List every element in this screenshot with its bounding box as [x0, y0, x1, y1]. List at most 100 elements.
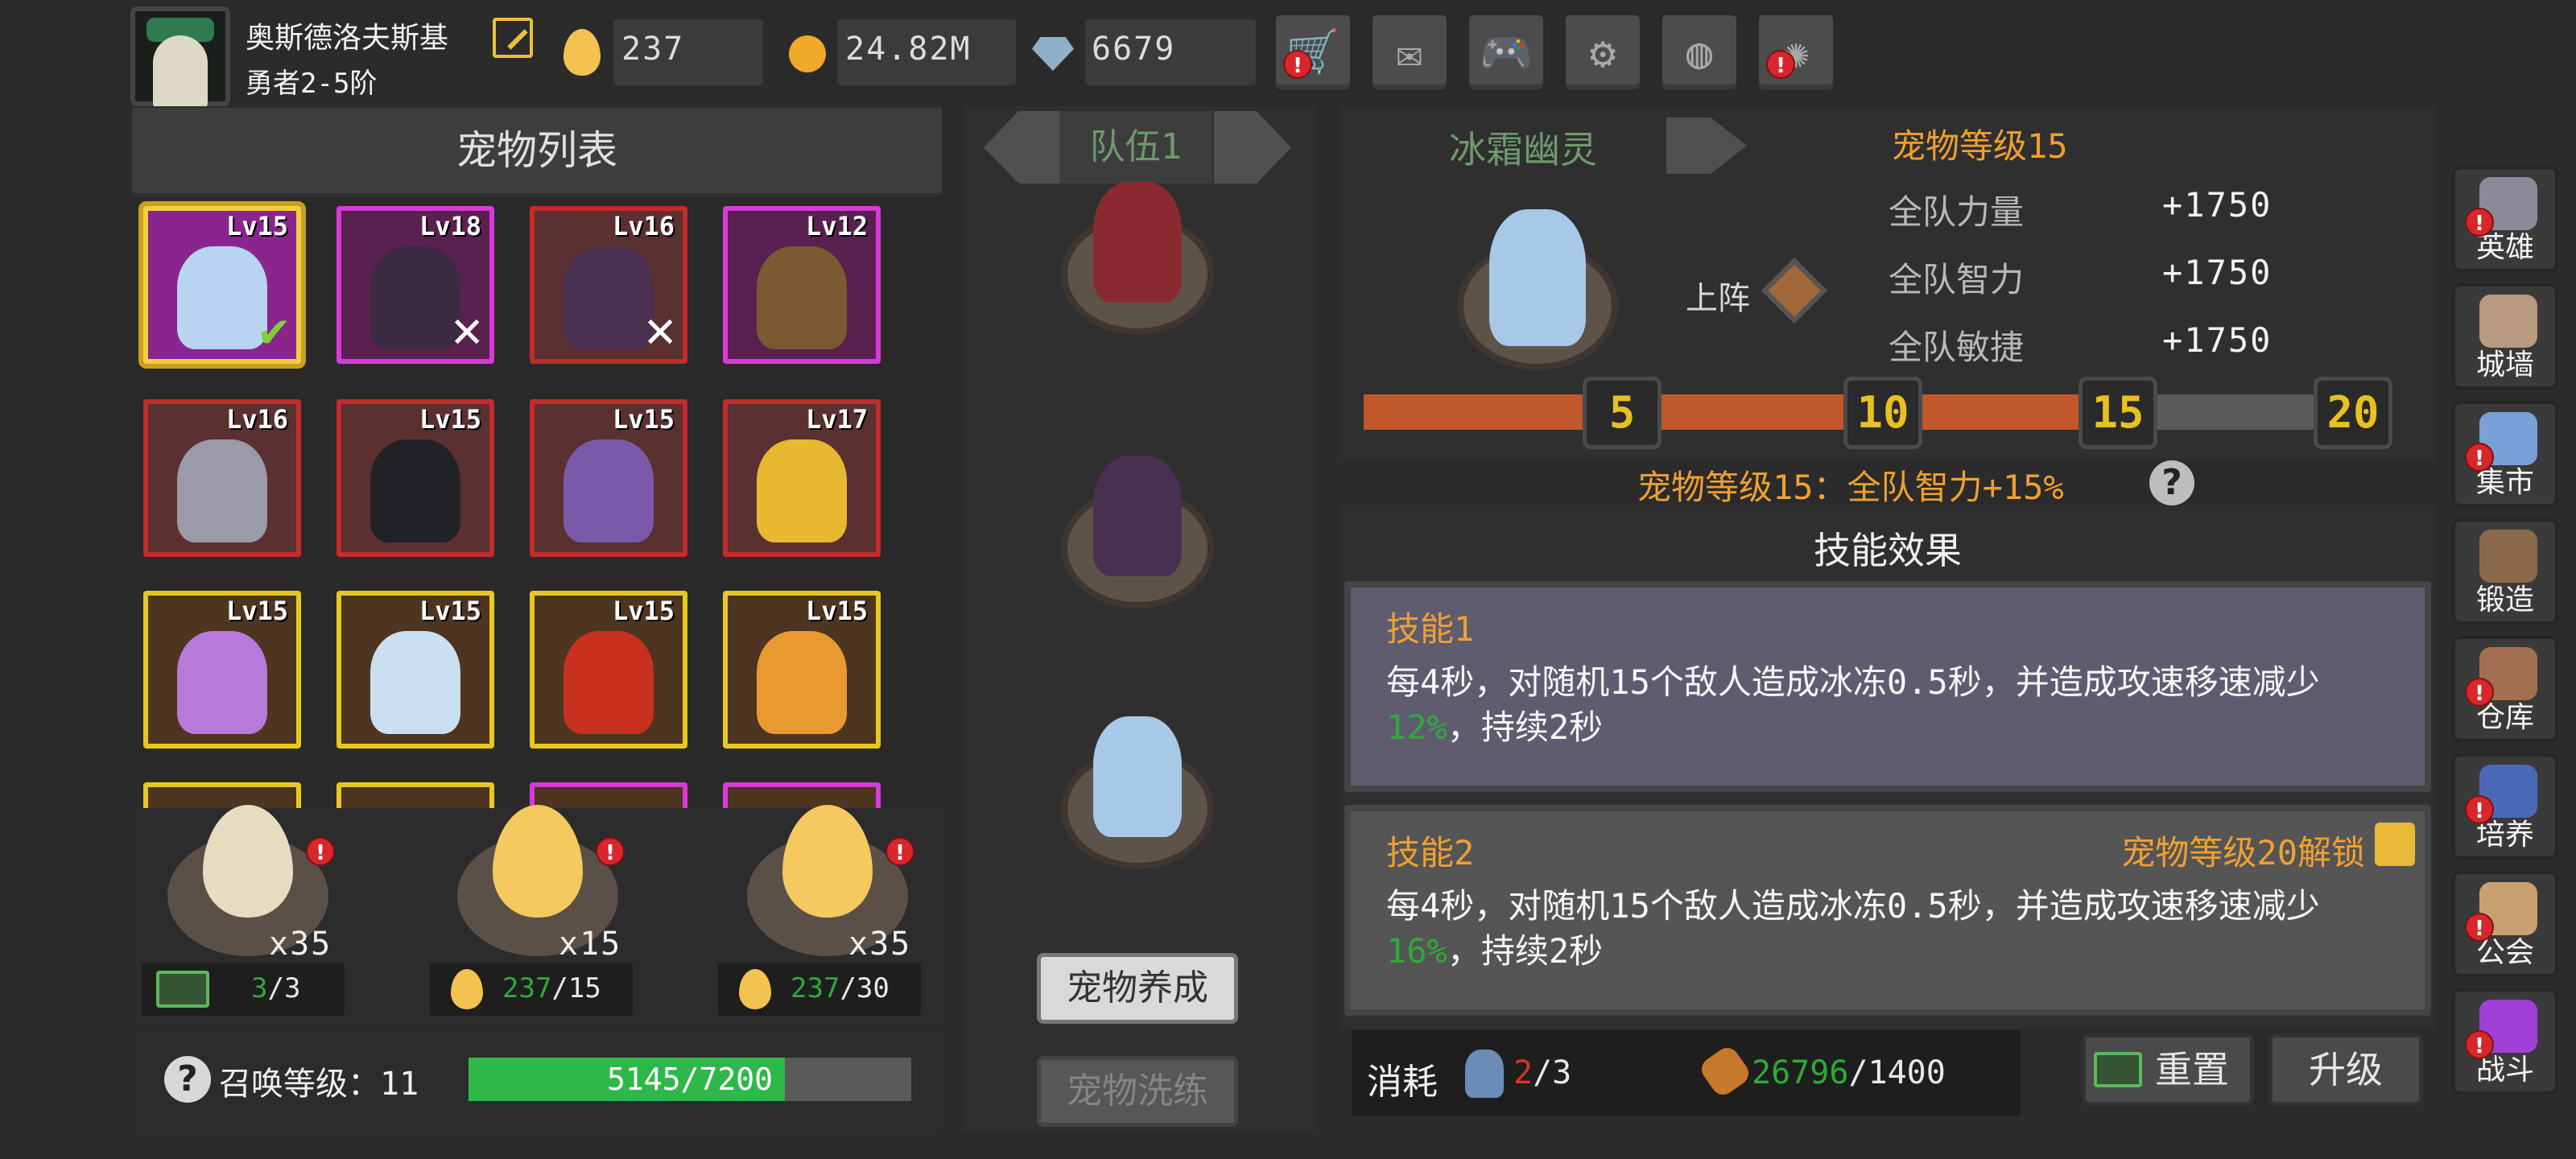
- stat-label: 全队智力: [1889, 260, 2025, 299]
- pet-card[interactable]: Lv15: [336, 591, 494, 749]
- pet-card[interactable]: Lv12: [723, 206, 881, 364]
- pet-level-label: Lv15: [805, 596, 868, 626]
- bonus-help-icon[interactable]: ?: [2149, 460, 2194, 505]
- sidebar-item[interactable]: 锻造: [2452, 518, 2558, 625]
- pet-card[interactable]: Lv15: [723, 591, 881, 749]
- pet-card[interactable]: Lv16 ✕: [530, 206, 687, 364]
- pet-card[interactable]: Lv15: [530, 399, 687, 557]
- pet-card[interactable]: Lv17: [723, 399, 881, 557]
- pet-level-label: Lv15: [225, 596, 288, 626]
- settings-button[interactable]: ⚙: [1562, 11, 1644, 93]
- pet-card[interactable]: Lv15: [143, 591, 301, 749]
- pet-sprite: [177, 439, 267, 542]
- pet-card[interactable]: Lv15: [530, 591, 687, 749]
- sidebar-alert-icon: !: [2465, 1030, 2494, 1059]
- level-milestone[interactable]: 15: [2079, 377, 2157, 449]
- sidebar-item-label: 锻造: [2475, 584, 2534, 617]
- sidebar-item[interactable]: 公会!: [2452, 871, 2558, 977]
- ad-video-icon: [156, 971, 209, 1008]
- summon-level-label: 召唤等级：11: [219, 1066, 419, 1103]
- selected-pet-portrait: [1457, 209, 1618, 370]
- pet-level-label: Lv16: [612, 211, 675, 241]
- color-wheel-icon: ◍: [1686, 27, 1713, 78]
- sidebar-item[interactable]: 仓库!: [2452, 636, 2558, 742]
- pet-level-title: 宠物等级15: [1892, 126, 2068, 166]
- pet-sprite: [177, 246, 267, 349]
- sidebar-item[interactable]: 集市!: [2452, 401, 2558, 507]
- sidebar-item[interactable]: 培养!: [2452, 753, 2558, 860]
- upgrade-button[interactable]: 升级: [2268, 1033, 2423, 1106]
- player-rank: 勇者2-5阶: [246, 68, 378, 100]
- sidebar-item[interactable]: 战斗!: [2452, 988, 2558, 1095]
- egg-count: 237: [621, 31, 685, 68]
- pet-level-label: Lv12: [805, 211, 868, 241]
- sidebar-item[interactable]: 城墙: [2452, 283, 2558, 390]
- team-slot[interactable]: [1061, 182, 1214, 335]
- edit-name-icon[interactable]: [493, 18, 533, 58]
- pet-raise-button[interactable]: 宠物养成: [1037, 953, 1238, 1024]
- reset-button[interactable]: 重置: [2082, 1033, 2254, 1106]
- team-slot[interactable]: [1061, 716, 1214, 869]
- level-milestone[interactable]: 5: [1583, 377, 1662, 449]
- stat-value: +1750: [2162, 185, 2273, 225]
- pet-card[interactable]: Lv16: [143, 399, 301, 557]
- egg-summon-cost: 237/15: [502, 972, 601, 1004]
- egg-summon-button[interactable]: 237/15: [430, 963, 633, 1016]
- pet-sprite: [564, 246, 654, 349]
- pet-card[interactable]: Lv18 ✕: [336, 206, 494, 364]
- egg-stock-count: x35: [848, 926, 912, 963]
- pet-level-label: Lv15: [419, 596, 481, 626]
- gem-icon: [1032, 37, 1074, 71]
- cross-icon: ✕: [642, 309, 678, 357]
- pet-card[interactable]: [530, 782, 687, 808]
- egg-summon-cost: 237/30: [791, 972, 890, 1004]
- cross-icon: ✕: [449, 309, 485, 357]
- egg-alert-icon: !: [306, 837, 335, 866]
- pet-card[interactable]: Lv15 ✔: [143, 206, 301, 364]
- level-milestone[interactable]: 10: [1843, 377, 1922, 449]
- gamepad-button[interactable]: 🎮: [1465, 11, 1547, 93]
- gear-icon: ⚙: [1589, 27, 1616, 78]
- egg-stock-count: x15: [559, 926, 622, 963]
- summon-progress-bar: 5145/7200: [469, 1058, 911, 1101]
- pet-refine-button[interactable]: 宠物洗练: [1037, 1056, 1238, 1127]
- skill-2-desc: 每4秒，对随机15个敌人造成冰冻0.5秒，并造成攻速移速减少16%，持续2秒: [1386, 886, 2320, 971]
- gold-coin-icon: [789, 35, 826, 72]
- gem-count: 6679: [1092, 31, 1176, 68]
- skill-2-card: 技能2 宠物等级20解锁 每4秒，对随机15个敌人造成冰冻0.5秒，并造成攻速移…: [1344, 805, 2431, 1016]
- gallery-button[interactable]: ◍: [1658, 11, 1740, 93]
- pet-card[interactable]: [143, 782, 301, 808]
- fireworks-button[interactable]: ✺: [1755, 11, 1837, 93]
- shop-button[interactable]: 🛒: [1272, 11, 1354, 93]
- sidebar-item[interactable]: 英雄!: [2452, 166, 2558, 272]
- level-track-segment: [2157, 394, 2314, 430]
- pet-card[interactable]: [723, 782, 881, 808]
- pet-level-label: Lv18: [419, 211, 481, 241]
- team-pet-sprite: [1093, 182, 1182, 303]
- gold-count: 24.82M: [845, 31, 972, 68]
- stat-label: 全队敏捷: [1889, 328, 2025, 367]
- pet-card[interactable]: Lv15: [336, 399, 494, 557]
- pet-sprite: [370, 631, 460, 734]
- deploy-label: 上阵: [1686, 280, 1750, 317]
- stat-value: +1750: [2162, 320, 2273, 360]
- skill-2-name: 技能2: [1386, 833, 1475, 872]
- fireworks-alert-icon: !: [1766, 50, 1795, 79]
- skill-section-title: 技能效果: [1814, 529, 1962, 572]
- pet-list-title: 宠物列表: [132, 108, 942, 193]
- pet-name: 冰霜幽灵: [1449, 128, 1597, 171]
- level-milestone[interactable]: 20: [2314, 377, 2392, 449]
- bone-cost: 26796/1400: [1752, 1054, 1946, 1091]
- pet-level-label: Lv15: [612, 596, 675, 626]
- pet-grid: Lv15 ✔ Lv18 ✕ Lv16 ✕ Lv12 Lv16 Lv15 Lv15 Lv17 Lv15 L…: [132, 196, 942, 808]
- pet-sprite: [564, 631, 654, 734]
- egg-summon-button[interactable]: 3/3: [142, 963, 345, 1016]
- egg-summon-button[interactable]: 237/30: [718, 963, 921, 1016]
- egg-alert-icon: !: [596, 837, 625, 866]
- player-avatar[interactable]: [130, 6, 230, 109]
- mail-button[interactable]: ✉: [1368, 11, 1451, 93]
- help-icon[interactable]: ?: [164, 1056, 211, 1103]
- stat-label: 全队力量: [1889, 192, 2025, 232]
- pet-card[interactable]: [336, 782, 494, 808]
- team-slot[interactable]: [1061, 456, 1214, 608]
